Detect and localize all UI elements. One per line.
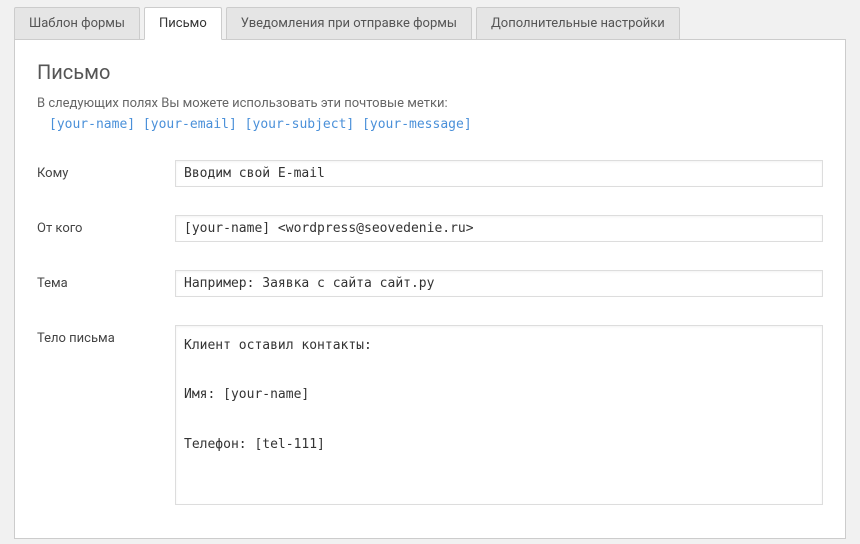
input-from[interactable] [175, 215, 823, 242]
help-text: В следующих полях Вы можете использовать… [37, 96, 823, 111]
input-subject[interactable] [175, 270, 823, 297]
label-subject: Тема [37, 270, 175, 291]
tab-additional[interactable]: Дополнительные настройки [476, 7, 680, 40]
tab-messages[interactable]: Уведомления при отправке формы [226, 7, 472, 40]
mail-tags: [your-name] [your-email] [your-subject] … [37, 117, 823, 132]
label-from: От кого [37, 215, 175, 236]
panel-title: Письмо [37, 60, 823, 84]
tab-form-template[interactable]: Шаблон формы [14, 7, 140, 40]
row-to: Кому [37, 160, 823, 187]
textarea-body[interactable] [175, 325, 823, 505]
row-subject: Тема [37, 270, 823, 297]
label-to: Кому [37, 160, 175, 181]
input-to[interactable] [175, 160, 823, 187]
row-from: От кого [37, 215, 823, 242]
mail-panel: Письмо В следующих полях Вы можете испол… [14, 39, 846, 539]
label-body: Тело письма [37, 325, 175, 346]
tab-mail[interactable]: Письмо [144, 7, 222, 40]
tabs-bar: Шаблон формы Письмо Уведомления при отпр… [0, 0, 860, 40]
row-body: Тело письма [37, 325, 823, 505]
